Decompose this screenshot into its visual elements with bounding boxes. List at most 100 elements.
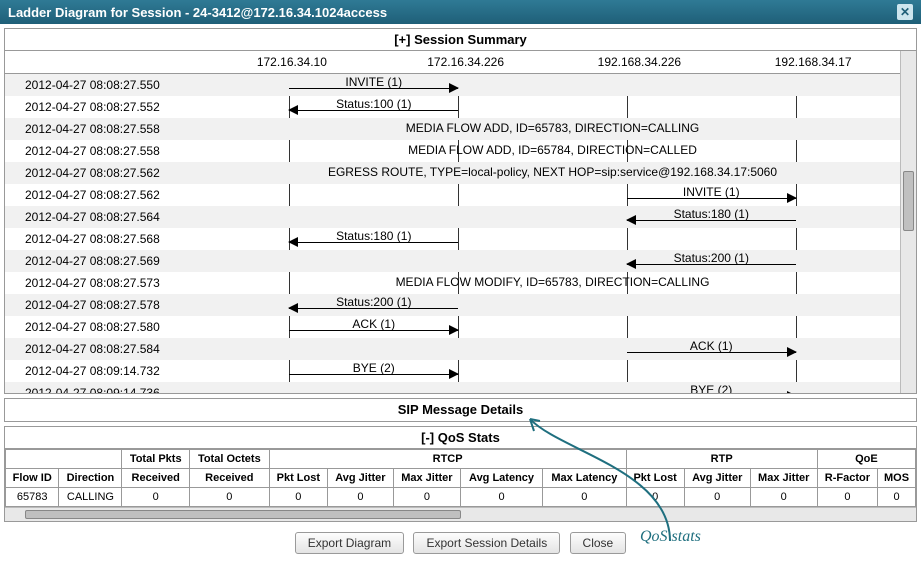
export-session-details-button[interactable]: Export Session Details (413, 532, 560, 554)
ladder-row[interactable]: 2012-04-27 08:08:27.573MEDIA FLOW MODIFY… (5, 272, 900, 294)
ladder-row[interactable]: 2012-04-27 08:08:27.584 ACK (1) (5, 338, 900, 360)
ladder-row[interactable]: 2012-04-27 08:09:14.732 BYE (2) (5, 360, 900, 382)
message-label: ACK (1) (627, 339, 796, 353)
qos-col-5: Avg Jitter (327, 469, 393, 488)
qos-stats-panel: [-] QoS Stats Total Pkts Total Octets RT… (4, 426, 917, 522)
message-label: Status:200 (1) (627, 251, 796, 265)
message-arrow[interactable]: Status:180 (1) (627, 208, 796, 226)
timestamp: 2012-04-27 08:08:27.564 (5, 210, 205, 224)
qos-cell: 0 (684, 488, 750, 507)
event-label: MEDIA FLOW ADD, ID=65783, DIRECTION=CALL… (205, 121, 900, 135)
message-arrow[interactable]: Status:100 (1) (289, 98, 458, 116)
close-button[interactable]: Close (570, 532, 627, 554)
message-arrow[interactable]: INVITE (1) (289, 76, 458, 94)
message-label: BYE (2) (627, 383, 796, 393)
message-label: INVITE (1) (627, 185, 796, 199)
qos-cell: 0 (817, 488, 877, 507)
qos-col-11: Max Jitter (750, 469, 817, 488)
qos-row[interactable]: 65783CALLING000000000000 (6, 488, 916, 507)
timestamp: 2012-04-27 08:08:27.578 (5, 298, 205, 312)
scroll-thumb[interactable] (903, 171, 914, 231)
col-group-rtcp: RTCP (269, 450, 626, 469)
export-diagram-button[interactable]: Export Diagram (295, 532, 404, 554)
ladder-scroll[interactable]: 172.16.34.10172.16.34.226192.168.34.2261… (5, 51, 900, 393)
message-label: INVITE (1) (289, 75, 458, 89)
message-arrow[interactable]: INVITE (1) (627, 186, 796, 204)
timestamp: 2012-04-27 08:08:27.573 (5, 276, 205, 290)
qos-cell: 0 (626, 488, 684, 507)
timestamp: 2012-04-27 08:08:27.584 (5, 342, 205, 356)
qos-col-10: Avg Jitter (684, 469, 750, 488)
event-label: MEDIA FLOW ADD, ID=65784, DIRECTION=CALL… (205, 143, 900, 157)
horizontal-scrollbar[interactable] (5, 507, 916, 521)
timestamp: 2012-04-27 08:08:27.569 (5, 254, 205, 268)
qos-cell: 0 (543, 488, 626, 507)
timestamp: 2012-04-27 08:08:27.552 (5, 100, 205, 114)
qos-column-header-row: Flow IDDirectionReceivedReceivedPkt Lost… (6, 469, 916, 488)
button-bar: Export Diagram Export Session Details Cl… (0, 526, 921, 566)
qos-cell: 0 (269, 488, 327, 507)
sip-message-details-panel: SIP Message Details (4, 398, 917, 422)
node-header: 172.16.34.10172.16.34.226192.168.34.2261… (5, 51, 900, 74)
qos-col-12: R-Factor (817, 469, 877, 488)
annotation-label: QoS stats (640, 528, 701, 546)
message-label: Status:180 (1) (289, 229, 458, 243)
qos-stats-header[interactable]: [-] QoS Stats (5, 427, 916, 449)
title-bar: Ladder Diagram for Session - 24-3412@172… (0, 0, 921, 24)
event-label: MEDIA FLOW MODIFY, ID=65783, DIRECTION=C… (205, 275, 900, 289)
session-summary-header[interactable]: [+] Session Summary (5, 29, 916, 51)
qos-col-8: Max Latency (543, 469, 626, 488)
session-summary-panel: [+] Session Summary 172.16.34.10172.16.3… (4, 28, 917, 394)
node-1: 172.16.34.226 (379, 51, 553, 73)
qos-col-13: MOS (878, 469, 916, 488)
ladder-row[interactable]: 2012-04-27 08:08:27.564 Status:180 (1) (5, 206, 900, 228)
message-arrow[interactable]: BYE (2) (289, 362, 458, 380)
node-2: 192.168.34.226 (553, 51, 727, 73)
message-arrow[interactable]: ACK (1) (627, 340, 796, 358)
qos-col-0: Flow ID (6, 469, 59, 488)
event-label: EGRESS ROUTE, TYPE=local-policy, NEXT HO… (205, 165, 900, 179)
qos-col-3: Received (189, 469, 269, 488)
qos-cell: 0 (393, 488, 460, 507)
scroll-thumb[interactable] (25, 510, 461, 519)
ladder-row[interactable]: 2012-04-27 08:08:27.550 INVITE (1) (5, 74, 900, 96)
ladder-row[interactable]: 2012-04-27 08:08:27.562EGRESS ROUTE, TYP… (5, 162, 900, 184)
close-icon[interactable]: ✕ (897, 4, 913, 20)
timestamp: 2012-04-27 08:08:27.568 (5, 232, 205, 246)
ladder-rows: 2012-04-27 08:08:27.550INVITE (1)2012-04… (5, 74, 900, 393)
col-group-rtp: RTP (626, 450, 817, 469)
message-label: Status:200 (1) (289, 295, 458, 309)
message-label: ACK (1) (289, 317, 458, 331)
qos-cell: 0 (189, 488, 269, 507)
message-arrow[interactable]: BYE (2) (627, 384, 796, 393)
ladder-row[interactable]: 2012-04-27 08:08:27.569 Status:200 (1) (5, 250, 900, 272)
qos-cell: 65783 (6, 488, 59, 507)
qos-cell: 0 (878, 488, 916, 507)
col-group-total-octets: Total Octets (189, 450, 269, 469)
ladder-row[interactable]: 2012-04-27 08:09:14.736BYE (2) (5, 382, 900, 393)
message-label: BYE (2) (289, 361, 458, 375)
ladder-row[interactable]: 2012-04-27 08:08:27.558MEDIA FLOW ADD, I… (5, 118, 900, 140)
message-arrow[interactable]: Status:200 (1) (289, 296, 458, 314)
ladder-row[interactable]: 2012-04-27 08:08:27.558MEDIA FLOW ADD, I… (5, 140, 900, 162)
qos-col-4: Pkt Lost (269, 469, 327, 488)
node-0: 172.16.34.10 (205, 51, 379, 73)
qos-cell: CALLING (59, 488, 122, 507)
ladder-row[interactable]: 2012-04-27 08:08:27.580 ACK (1) (5, 316, 900, 338)
message-arrow[interactable]: Status:200 (1) (627, 252, 796, 270)
timestamp: 2012-04-27 08:09:14.732 (5, 364, 205, 378)
message-arrow[interactable]: ACK (1) (289, 318, 458, 336)
ladder-row[interactable]: 2012-04-27 08:08:27.568 Status:180 (1) (5, 228, 900, 250)
ladder-row[interactable]: 2012-04-27 08:08:27.552 Status:100 (1) (5, 96, 900, 118)
sip-message-details-header: SIP Message Details (5, 399, 916, 420)
timestamp: 2012-04-27 08:08:27.562 (5, 188, 205, 202)
ladder-row[interactable]: 2012-04-27 08:08:27.578 Status:200 (1) (5, 294, 900, 316)
timestamp: 2012-04-27 08:08:27.550 (5, 78, 205, 92)
vertical-scrollbar[interactable] (900, 51, 916, 393)
ladder-row[interactable]: 2012-04-27 08:08:27.562 INVITE (1) (5, 184, 900, 206)
timestamp: 2012-04-27 08:08:27.558 (5, 122, 205, 136)
message-arrow[interactable]: Status:180 (1) (289, 230, 458, 248)
timestamp: 2012-04-27 08:08:27.580 (5, 320, 205, 334)
qos-col-1: Direction (59, 469, 122, 488)
col-group-total-pkts: Total Pkts (122, 450, 190, 469)
